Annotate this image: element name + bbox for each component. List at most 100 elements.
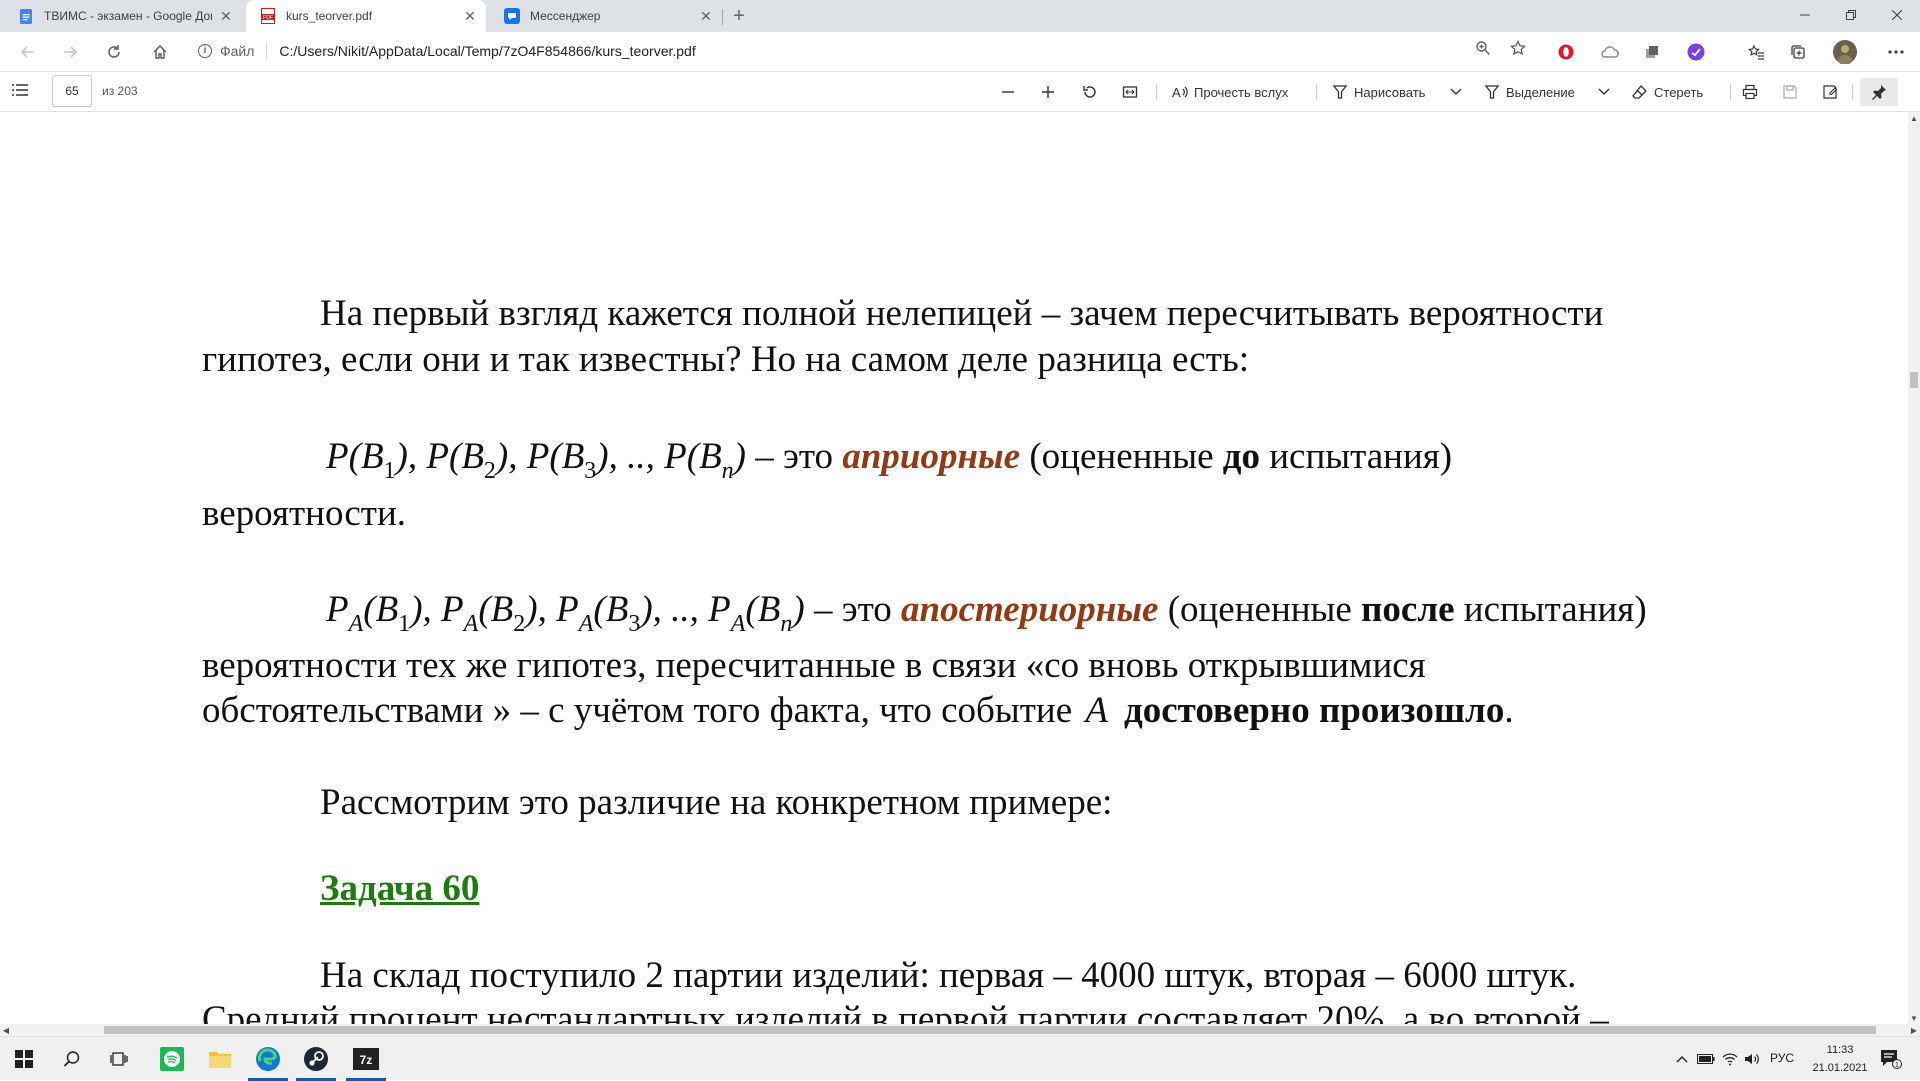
back-button[interactable] — [14, 38, 42, 66]
erase-label: Стереть — [1654, 84, 1704, 100]
paragraph-line: На склад поступило 2 партии изделий: пер… — [320, 955, 1577, 996]
posterior-probabilities-line: PA(B1), PA(B2), PA(B3), .., PA(Bn) – это… — [326, 587, 1647, 637]
start-button[interactable] — [0, 1037, 48, 1081]
rotate-button[interactable] — [1082, 80, 1104, 104]
edge-browser-icon[interactable] — [244, 1037, 292, 1081]
collections-icon[interactable] — [1788, 42, 1808, 62]
wifi-icon[interactable] — [1720, 1049, 1740, 1069]
save-as-icon[interactable] — [1822, 80, 1844, 104]
new-tab-button[interactable]: + — [727, 4, 751, 28]
scroll-up-arrow-icon[interactable]: ▲ — [1908, 112, 1920, 124]
tab-google-docs[interactable]: ТВИМС - экзамен - Google Док ✕ — [4, 0, 242, 32]
input-language-indicator[interactable]: РУС — [1770, 1051, 1794, 1065]
scroll-down-arrow-icon[interactable]: ▼ — [1908, 1012, 1920, 1024]
profile-avatar[interactable] — [1833, 40, 1857, 64]
page-total-label: из 203 — [102, 84, 138, 98]
reload-button[interactable] — [100, 38, 128, 66]
page-number-input[interactable] — [52, 75, 92, 107]
steam-app-icon[interactable] — [292, 1037, 340, 1081]
read-aloud-label: Прочесть вслух — [1194, 84, 1289, 100]
google-docs-icon — [18, 8, 34, 24]
close-tab-icon[interactable]: ✕ — [462, 8, 478, 24]
bookmark-star-icon[interactable] — [1508, 38, 1528, 58]
toolbar-separator — [1852, 84, 1853, 100]
prior-formula: P(B1), P(B2), P(B3), .., P(Bn) — [326, 436, 746, 484]
windows-taskbar: 7z РУС 11:33 21.01.2021 1 — [0, 1036, 1920, 1081]
prior-probabilities-line: P(B1), P(B2), P(B3), .., P(Bn) – это апр… — [326, 434, 1452, 484]
table-of-contents-button[interactable] — [10, 82, 34, 102]
info-icon: i — [198, 44, 212, 58]
close-tab-icon[interactable]: ✕ — [698, 8, 714, 24]
horizontal-scroll-thumb[interactable] — [104, 1026, 1876, 1034]
tab-messenger[interactable]: Мессенджер ✕ — [490, 0, 722, 32]
restore-button[interactable] — [1828, 0, 1874, 30]
erase-button[interactable]: Стереть — [1632, 80, 1703, 104]
tab-pdf[interactable]: PDF kurs_teorver.pdf ✕ — [246, 0, 486, 32]
svg-text:PDF: PDF — [263, 15, 273, 21]
browser-toolbar: i Файл C:/Users/Nikit/AppData/Local/Temp… — [0, 32, 1920, 72]
url-text[interactable]: C:/Users/Nikit/AppData/Local/Temp/7zO4F8… — [279, 43, 695, 59]
clock-time: 11:33 — [1826, 1044, 1854, 1056]
favorites-icon[interactable] — [1746, 42, 1766, 62]
volume-icon[interactable] — [1742, 1049, 1762, 1069]
vertical-scrollbar[interactable]: ▲ ▼ — [1908, 112, 1920, 1024]
cloud-extension-icon[interactable] — [1600, 42, 1620, 62]
notifications-icon[interactable]: 1 — [1878, 1049, 1904, 1069]
pin-toolbar-icon[interactable] — [1860, 78, 1898, 106]
fit-page-button[interactable] — [1122, 80, 1144, 104]
text-segment: (оцененные — [1020, 436, 1223, 477]
scroll-right-arrow-icon[interactable]: ▶ — [1908, 1024, 1920, 1036]
print-icon[interactable] — [1742, 80, 1764, 104]
home-button[interactable] — [146, 38, 174, 66]
scroll-left-arrow-icon[interactable]: ◀ — [0, 1024, 12, 1036]
opera-extension-icon[interactable] — [1556, 42, 1576, 62]
clock[interactable]: 11:33 21.01.2021 — [1800, 1041, 1880, 1077]
text-segment: испытания) — [1259, 436, 1453, 477]
bold-segment: после — [1361, 589, 1455, 630]
task-view-icon[interactable] — [96, 1037, 144, 1081]
site-info-button[interactable]: i Файл — [198, 43, 254, 59]
highlight-options-chevron-down-icon[interactable] — [1598, 80, 1616, 104]
text-segment: (оцененные — [1158, 589, 1362, 630]
zoom-icon[interactable] — [1473, 38, 1493, 58]
draw-label: Нарисовать — [1354, 84, 1426, 100]
vertical-scroll-thumb[interactable] — [1910, 372, 1918, 388]
text-segment: . — [1504, 690, 1514, 731]
event-symbol: A — [1085, 690, 1108, 731]
search-icon[interactable] — [48, 1037, 96, 1081]
show-hidden-icons-chevron-up-icon[interactable] — [1672, 1049, 1692, 1069]
horizontal-scrollbar[interactable]: ◀ ▶ — [0, 1024, 1920, 1036]
battery-icon[interactable] — [1696, 1049, 1716, 1069]
close-window-button[interactable] — [1874, 0, 1920, 30]
tab-title: kurs_teorver.pdf — [286, 9, 373, 23]
toolbar-separator — [1156, 84, 1157, 100]
term-posterior: апостериорные — [901, 589, 1159, 630]
layers-extension-icon[interactable] — [1642, 42, 1662, 62]
scheme-label: Файл — [220, 43, 255, 59]
pdf-icon: PDF — [260, 8, 276, 24]
spotify-app-icon[interactable] — [148, 1037, 196, 1081]
zoom-out-button[interactable] — [1000, 80, 1022, 104]
toolbar-separator — [1730, 84, 1731, 100]
more-menu-icon[interactable] — [1886, 42, 1906, 62]
highlight-label: Выделение — [1506, 84, 1575, 100]
file-explorer-icon[interactable] — [196, 1037, 244, 1081]
save-icon[interactable] — [1782, 80, 1804, 104]
address-bar[interactable]: i Файл C:/Users/Nikit/AppData/Local/Temp… — [188, 36, 1524, 66]
notification-count: 1 — [1895, 1062, 1899, 1069]
paragraph-line: Рассмотрим это различие на конкретном пр… — [320, 782, 1113, 823]
pdf-viewer[interactable]: На первый взгляд кажется полной нелепице… — [0, 112, 1908, 1024]
read-aloud-button[interactable]: A Прочесть вслух — [1172, 80, 1288, 104]
paragraph-line: На первый взгляд кажется полной нелепице… — [320, 293, 1604, 334]
minimize-button[interactable] — [1782, 0, 1828, 30]
paragraph-line: вероятности. — [202, 493, 407, 534]
draw-options-chevron-down-icon[interactable] — [1450, 80, 1468, 104]
zoom-in-button[interactable] — [1040, 80, 1062, 104]
paragraph-line: обстоятельствами » – с учётом того факта… — [202, 688, 1514, 734]
draw-button[interactable]: Нарисовать — [1332, 80, 1425, 104]
7zip-app-icon[interactable]: 7z — [342, 1037, 390, 1081]
close-tab-icon[interactable]: ✕ — [218, 8, 234, 24]
highlight-button[interactable]: Выделение — [1484, 80, 1575, 104]
purple-extension-icon[interactable] — [1686, 42, 1706, 62]
forward-button[interactable] — [56, 38, 84, 66]
